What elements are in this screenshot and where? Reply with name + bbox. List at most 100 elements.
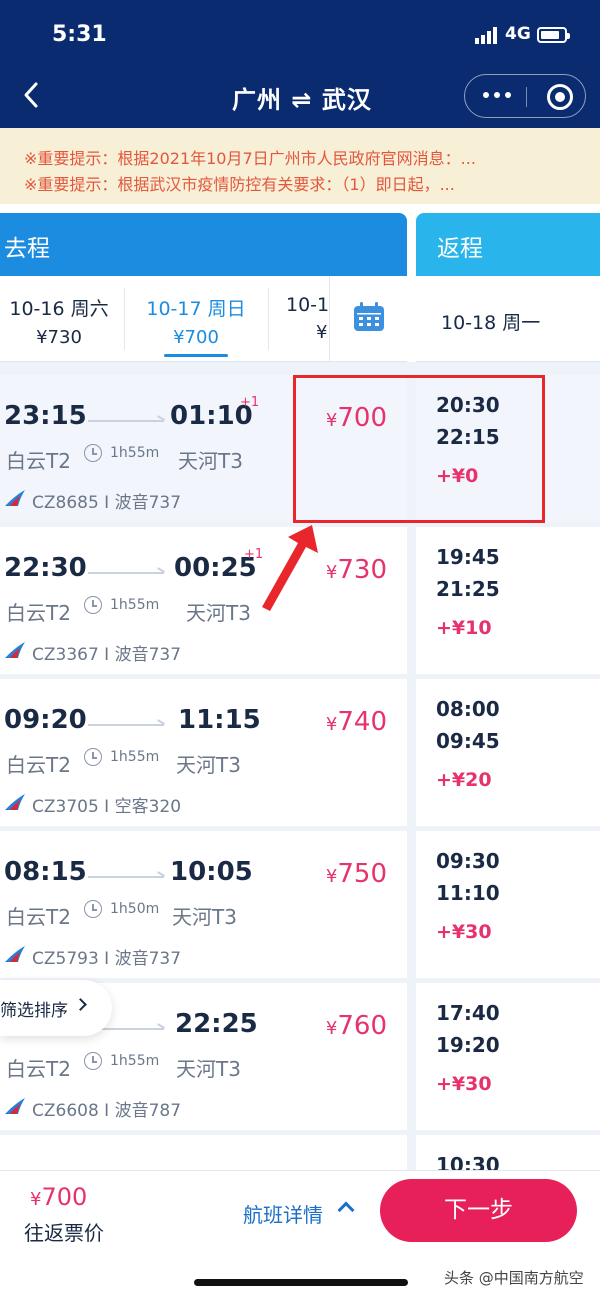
departure-time: 23:15 xyxy=(4,401,87,431)
flight-row[interactable]: 22:30 00:25 +1 白云T2 1h55m 天河T3 CZ3367 I 波音737 ¥… xyxy=(0,527,407,674)
return-arrival-time: 19:20 xyxy=(436,1033,500,1057)
flight-price: ¥730 xyxy=(325,555,387,585)
return-departure-time: 10:30 xyxy=(436,1153,500,1170)
total-price: ¥700 xyxy=(30,1183,88,1211)
page-title: 广州 ⇌ 武汉 xyxy=(232,86,372,114)
return-price-diff: +¥30 xyxy=(436,1073,492,1095)
airline-logo-icon xyxy=(5,1098,25,1114)
bottom-bar: ¥700 往返票价 航班详情 下一步 头条 @中国南方航空 xyxy=(0,1170,600,1298)
departure-time: 09:20 xyxy=(4,705,87,735)
clock-icon xyxy=(84,1052,102,1070)
calendar-icon xyxy=(354,302,384,331)
date-price: ¥700 xyxy=(173,327,219,348)
network-label: 4G xyxy=(505,24,531,44)
row-divider xyxy=(0,1130,600,1135)
return-price-diff: +¥10 xyxy=(436,617,492,639)
chevron-up-icon xyxy=(337,1201,355,1219)
filter-sort-label: 筛选排序 xyxy=(0,1001,68,1021)
airline-logo-icon xyxy=(5,946,25,962)
airline-logo-icon xyxy=(5,642,25,658)
date-label: 10-16 周六 xyxy=(9,298,109,320)
return-departure-time: 17:40 xyxy=(436,1001,500,1025)
clock-icon xyxy=(84,596,102,614)
date-price: ¥730 xyxy=(36,327,82,348)
status-time: 5:31 xyxy=(52,22,107,47)
signal-icon xyxy=(475,26,497,44)
return-arrival-time: 21:25 xyxy=(436,577,500,601)
row-divider xyxy=(0,674,600,679)
return-price-diff: +¥20 xyxy=(436,769,492,791)
battery-icon xyxy=(537,27,570,43)
return-price-diff: +¥30 xyxy=(436,921,492,943)
next-day-badge: +1 xyxy=(240,395,260,410)
notice-line-2: ※重要提示：根据武汉市疫情防控有关要求：（1）即日起，... xyxy=(24,175,455,194)
departure-airport: 白云T2 xyxy=(6,449,71,473)
date-item-1016[interactable]: 10-16 周六 ¥730 xyxy=(0,276,118,361)
return-date[interactable]: 10-18 周一 xyxy=(416,276,600,362)
red-arrow-annotation xyxy=(262,525,318,611)
flight-number: CZ5793 I 波音737 xyxy=(32,949,182,969)
calendar-button[interactable] xyxy=(329,276,407,361)
filter-sort-button[interactable]: 筛选排序 xyxy=(0,980,112,1036)
route-arrow xyxy=(88,572,164,574)
home-indicator xyxy=(194,1279,408,1286)
date-item-1017[interactable]: 10-17 周日 ¥700 xyxy=(132,276,260,361)
departure-time: 22:30 xyxy=(4,553,87,583)
flight-price: ¥750 xyxy=(325,859,387,889)
departure-airport: 白云T2 xyxy=(6,1057,71,1081)
arrival-time: 10:05 xyxy=(170,857,253,887)
return-flight-row[interactable]: 19:45 21:25 +¥10 xyxy=(416,527,600,674)
flight-price: ¥740 xyxy=(325,707,387,737)
return-arrival-time: 11:10 xyxy=(436,881,500,905)
flight-duration: 1h50m xyxy=(110,901,160,917)
departure-airport: 白云T2 xyxy=(6,601,71,625)
date-strip: 10-16 周六 ¥730 10-17 周日 ¥700 10-1 ¥ xyxy=(0,276,407,362)
flight-row-partial[interactable] xyxy=(0,1135,407,1170)
arrival-airport: 天河T3 xyxy=(178,449,243,473)
notice-line-1: ※重要提示：根据2021年10月7日广州市人民政府官网消息：... xyxy=(24,149,476,168)
clock-icon xyxy=(84,900,102,918)
flight-row[interactable]: 09:20 11:15 白云T2 1h55m 天河T3 CZ3705 I 空客320 ¥74… xyxy=(0,679,407,826)
return-arrival-time: 09:45 xyxy=(436,729,500,753)
row-divider xyxy=(0,826,600,831)
departure-airport: 白云T2 xyxy=(6,753,71,777)
more-button[interactable] xyxy=(483,92,511,98)
miniprogram-capsule xyxy=(464,74,586,118)
return-flight-row[interactable]: 17:40 19:20 +¥30 xyxy=(416,983,600,1130)
arrival-airport: 天河T3 xyxy=(172,905,237,929)
watermark: 头条 @中国南方航空 xyxy=(444,1269,584,1287)
notice-banner[interactable]: ※重要提示：根据2021年10月7日广州市人民政府官网消息：... ※重要提示：… xyxy=(0,128,600,204)
airline-logo-icon xyxy=(5,794,25,810)
flight-number: CZ3705 I 空客320 xyxy=(32,797,182,817)
departure-airport: 白云T2 xyxy=(6,905,71,929)
back-button[interactable] xyxy=(18,80,48,110)
return-flight-row[interactable]: 09:30 11:10 +¥30 xyxy=(416,831,600,978)
tab-outbound[interactable]: 去程 xyxy=(0,213,407,276)
departure-time: 08:15 xyxy=(4,857,87,887)
close-target-icon[interactable] xyxy=(547,84,573,110)
next-step-button[interactable]: 下一步 xyxy=(380,1179,577,1242)
route-arrow xyxy=(88,724,164,726)
airline-logo-icon xyxy=(5,490,25,506)
flight-number: CZ8685 I 波音737 xyxy=(32,493,182,513)
active-date-indicator xyxy=(164,354,228,357)
flight-number: CZ6608 I 波音787 xyxy=(32,1101,182,1121)
flight-price: ¥760 xyxy=(325,1011,387,1041)
return-flight-row-partial[interactable]: 10:30 xyxy=(416,1135,600,1170)
chevron-right-icon xyxy=(74,998,87,1011)
return-flight-row[interactable]: 08:00 09:45 +¥20 xyxy=(416,679,600,826)
return-departure-time: 08:00 xyxy=(436,697,500,721)
flight-row[interactable]: 08:15 10:05 白云T2 1h50m 天河T3 CZ5793 I 波音737 ¥75… xyxy=(0,831,407,978)
flight-duration: 1h55m xyxy=(110,749,160,765)
tab-return[interactable]: 返程 xyxy=(416,213,600,276)
clock-icon xyxy=(84,444,102,462)
flight-details-button[interactable]: 航班详情 xyxy=(243,1199,323,1228)
arrival-airport: 天河T3 xyxy=(176,753,241,777)
return-departure-time: 09:30 xyxy=(436,849,500,873)
arrival-time: 22:25 xyxy=(175,1009,258,1039)
flight-number: CZ3367 I 波音737 xyxy=(32,645,182,665)
flight-duration: 1h55m xyxy=(110,1053,160,1069)
clock-icon xyxy=(84,748,102,766)
date-label: 10-17 周日 xyxy=(146,298,246,320)
flight-duration: 1h55m xyxy=(110,597,160,613)
